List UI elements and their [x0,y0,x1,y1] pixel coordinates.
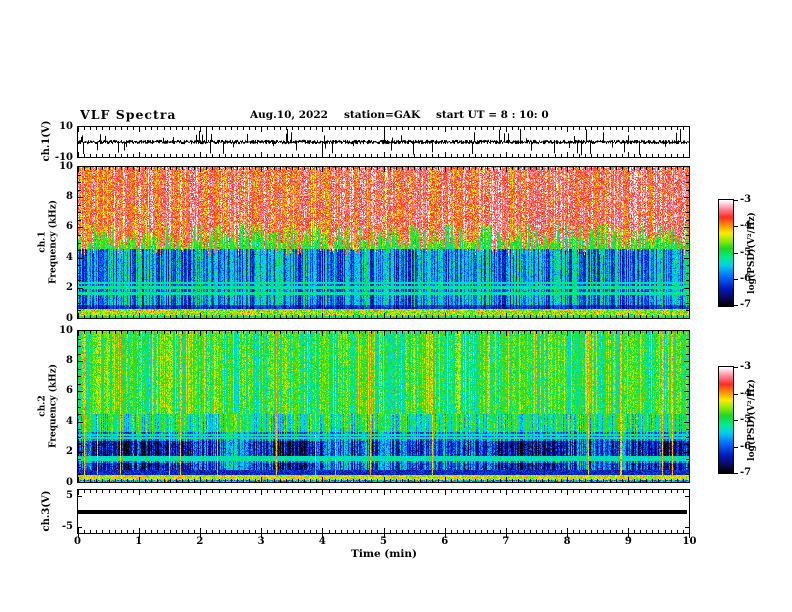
ch2-spec-ytick-label: 4 [66,415,73,427]
vlf-spectra-figure: VLF Spectra Aug.10, 2022 station=GAK sta… [0,0,792,612]
colorbar-tick [734,420,738,421]
ch3-panel [77,489,690,539]
colorbar-ch2-tick-label: -7 [740,467,752,478]
colorbar-tick [734,200,738,201]
ch1-waveform-panel [77,126,690,158]
ch3-ytick-label: -5 [61,521,73,533]
ch1-spec-ytick-label: 4 [66,251,73,263]
start-ut-label: start UT = 8 : 10: 0 [436,109,549,121]
colorbar-ch2 [718,366,734,474]
ch1-voltage-axis-label: ch.1(V) [40,120,52,162]
colorbar-ch1-tick-label: -6 [740,272,752,284]
ch1-frequency-axis-label: ch.1 Frequency (kHz) [38,200,59,284]
ch1-spec-ytick-label: 8 [66,190,73,202]
x-tick-label: 2 [196,536,204,547]
x-tick-label: 4 [318,536,326,547]
x-tick-label: 10 [682,536,697,547]
ch1-spec-ytick-label: 6 [66,221,73,233]
colorbar-tick [734,446,738,448]
colorbar-ch1-tick-label: -3 [740,194,752,205]
colorbar-ch2-tick-label: -4 [740,387,752,399]
figure-title: VLF Spectra [80,107,177,122]
colorbar-ch1-tick-label: -5 [740,246,752,258]
date-label: Aug.10, 2022 [250,109,328,121]
ch2-spectrogram-panel [77,330,690,483]
x-tick-label: 8 [563,536,571,547]
ch1-spec-ytick-label: 0 [66,312,73,324]
colorbar-ch1-tick-label: -7 [740,299,752,310]
ch2-frequency-axis-unit: Frequency (kHz) [48,363,58,449]
colorbar-tick [734,393,738,395]
x-tick-label: 1 [135,536,143,547]
x-tick-label: 0 [74,536,81,547]
ch1-frequency-axis-channel: ch.1 [37,231,48,253]
ch1-spec-ytick-label: 10 [59,160,73,172]
x-tick-label: 9 [624,536,632,547]
colorbar-tick [734,252,738,254]
time-axis-label: Time (min) [351,548,417,560]
ch2-spec-ytick-label: 0 [66,476,73,488]
colorbar-ch2-tick-label: -6 [740,440,752,452]
x-tick-label: 7 [502,536,510,547]
x-tick-label: 3 [257,536,265,547]
ch2-spec-ytick-label: 8 [66,354,73,366]
ch1-spectrogram-panel [77,166,690,319]
ch3-voltage-axis-label: ch.3(V) [40,490,52,532]
colorbar-ch2-tick-label: -5 [740,414,752,425]
x-tick-label: 6 [441,536,449,547]
colorbar-tick [734,278,738,280]
ch2-spec-ytick-label: 2 [66,446,73,458]
station-label: station=GAK [344,109,421,121]
ch2-frequency-axis-label: ch.2 Frequency (kHz) [38,364,59,448]
colorbar-ch1-tick-label: -4 [740,220,752,232]
ch3-ytick-label: 5 [66,489,73,501]
x-tick-label: 5 [380,536,387,547]
colorbar-tick [734,305,738,306]
ch2-frequency-axis-channel: ch.2 [37,395,48,417]
ch1-wave-ytick-label: 10 [59,120,73,132]
colorbar-ch2-tick-label: -3 [740,361,752,372]
ch2-spec-ytick-label: 10 [59,324,73,336]
colorbar-tick [734,226,738,228]
ch1-frequency-axis-unit: Frequency (kHz) [48,199,58,285]
ch1-spec-ytick-label: 2 [66,282,73,294]
colorbar-tick [734,367,738,368]
colorbar-tick [734,473,738,474]
ch2-spec-ytick-label: 6 [66,385,73,397]
colorbar-ch1 [718,199,734,307]
